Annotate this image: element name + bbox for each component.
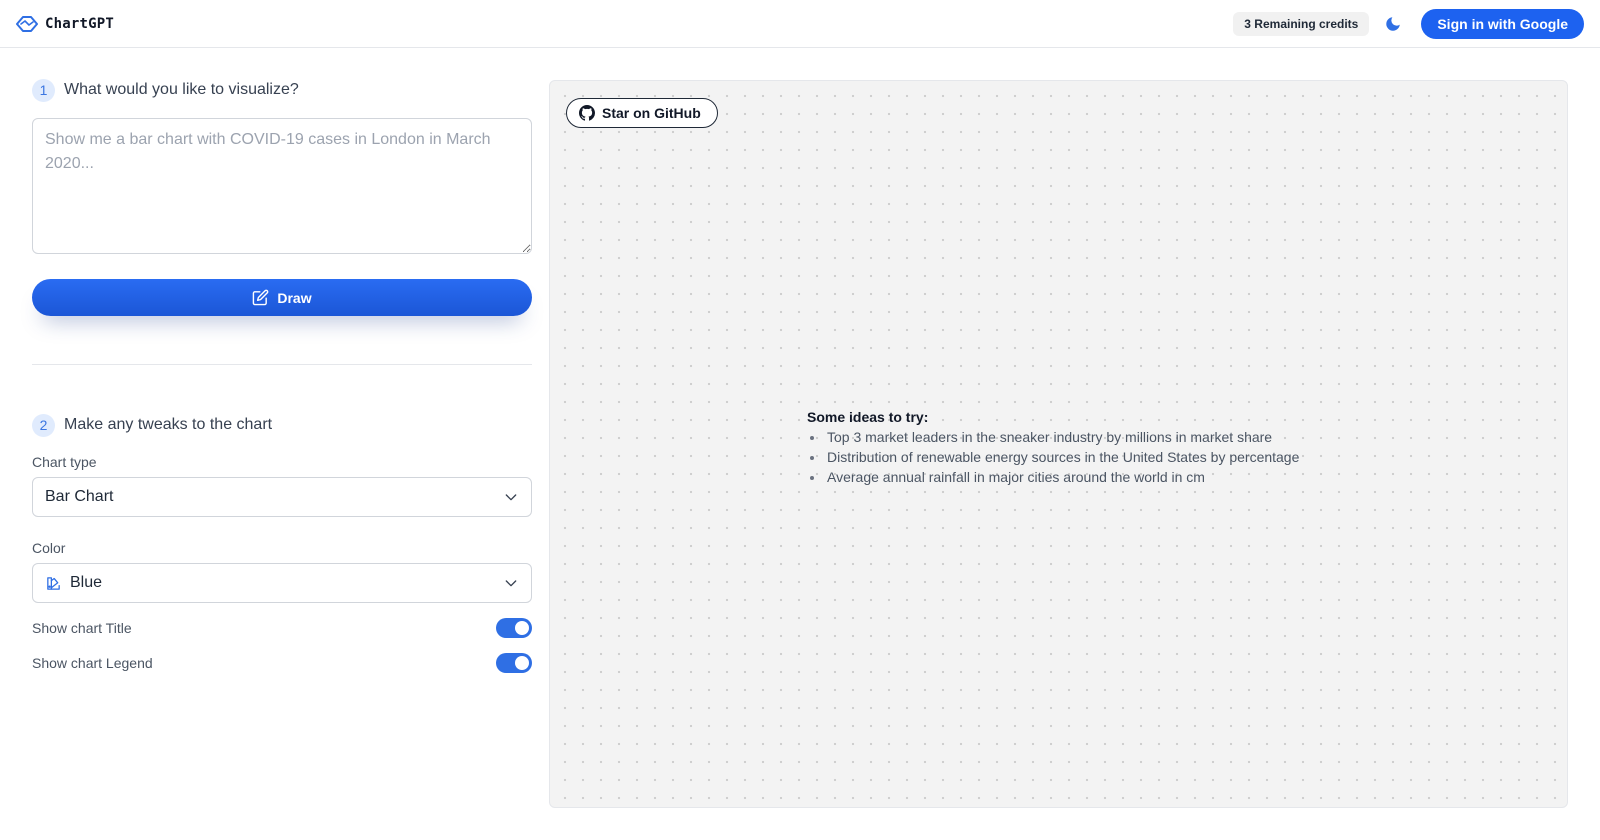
idea-item[interactable]: Top 3 market leaders in the sneaker indu… xyxy=(807,427,1367,447)
prompt-input[interactable] xyxy=(32,118,532,254)
show-legend-label: Show chart Legend xyxy=(32,655,153,671)
github-button-label: Star on GitHub xyxy=(602,105,701,121)
step-number-badge: 2 xyxy=(32,413,55,437)
draw-button[interactable]: Draw xyxy=(32,279,532,316)
chart-type-label: Chart type xyxy=(32,454,97,470)
show-legend-row: Show chart Legend xyxy=(32,652,532,674)
chart-type-value: Bar Chart xyxy=(45,488,114,505)
step-2-title: Make any tweaks to the chart xyxy=(64,416,273,433)
chevron-down-icon xyxy=(505,580,517,587)
chartgpt-logo-icon xyxy=(16,15,38,32)
remaining-credits-badge: 3 Remaining credits xyxy=(1233,11,1370,36)
step-2-heading: 2 Make any tweaks to the chart xyxy=(32,413,532,437)
controls-panel: 1 What would you like to visualize? Draw… xyxy=(32,78,532,674)
star-on-github-button[interactable]: Star on GitHub xyxy=(566,98,718,128)
chart-type-select[interactable]: Bar Chart xyxy=(32,477,532,517)
color-select[interactable]: Blue xyxy=(32,563,532,603)
sign-in-google-button[interactable]: Sign in with Google xyxy=(1421,8,1584,39)
step-number-badge: 1 xyxy=(32,78,55,102)
section-divider xyxy=(32,364,532,365)
brand[interactable]: ChartGPT xyxy=(16,15,114,33)
top-bar: ChartGPT 3 Remaining credits Sign in wit… xyxy=(0,0,1600,48)
idea-item[interactable]: Distribution of renewable energy sources… xyxy=(807,447,1367,467)
color-value: Blue xyxy=(70,574,103,591)
color-label: Color xyxy=(32,540,66,556)
chart-canvas: Star on GitHub Some ideas to try: Top 3 … xyxy=(549,80,1568,808)
draw-button-label: Draw xyxy=(277,289,312,306)
step-1-heading: 1 What would you like to visualize? xyxy=(32,78,532,102)
idea-item[interactable]: Average annual rainfall in major cities … xyxy=(807,467,1367,487)
brand-name: ChartGPT xyxy=(45,15,115,32)
show-title-row: Show chart Title xyxy=(32,617,532,639)
ideas-title: Some ideas to try: xyxy=(807,409,929,425)
ideas-list: Top 3 market leaders in the sneaker indu… xyxy=(807,427,1367,487)
palette-icon xyxy=(47,576,60,590)
ideas-block: Some ideas to try: Top 3 market leaders … xyxy=(807,407,1367,487)
step-1-title: What would you like to visualize? xyxy=(64,81,299,98)
github-icon xyxy=(579,105,595,121)
show-legend-toggle[interactable] xyxy=(496,653,532,673)
show-title-label: Show chart Title xyxy=(32,620,132,636)
chevron-down-icon xyxy=(505,494,517,501)
moon-icon xyxy=(1386,16,1401,31)
pencil-square-icon xyxy=(253,289,269,306)
dark-mode-toggle[interactable] xyxy=(1381,12,1405,36)
show-title-toggle[interactable] xyxy=(496,618,532,638)
